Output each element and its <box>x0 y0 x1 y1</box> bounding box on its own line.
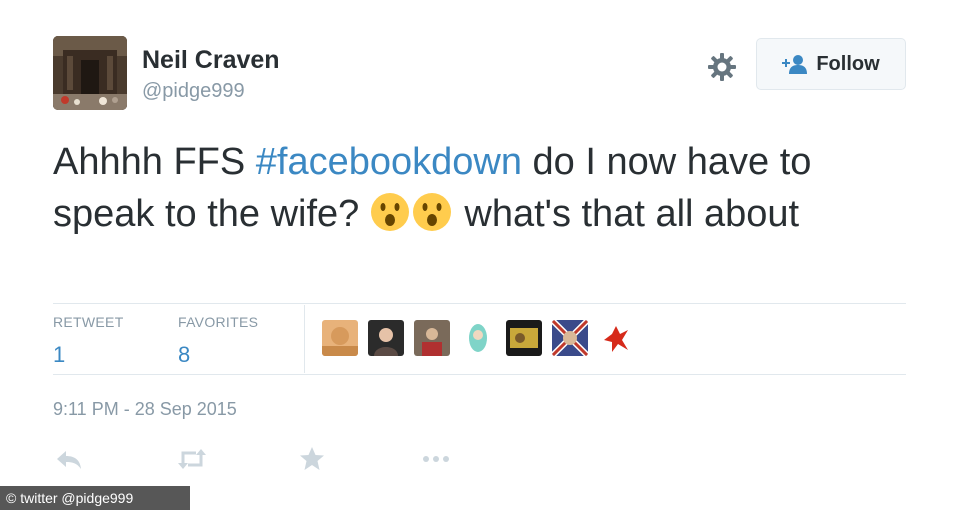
avatar-image <box>53 36 127 110</box>
favorites-count: 8 <box>178 342 191 367</box>
user-name[interactable]: Neil Craven <box>142 46 280 75</box>
favorites-label: FAVORITES <box>178 314 259 330</box>
divider <box>53 303 906 304</box>
gear-icon[interactable] <box>706 51 738 83</box>
retweet-count: 1 <box>53 342 66 367</box>
favoriter-avatar[interactable] <box>414 320 450 356</box>
favoriter-avatar[interactable] <box>506 320 542 356</box>
hushed-face-emoji <box>412 192 452 232</box>
image-credit: © twitter @pidge999 <box>0 486 190 510</box>
favoriter-avatar[interactable] <box>460 320 496 356</box>
more-icon[interactable] <box>420 445 452 473</box>
favoriter-avatar[interactable] <box>598 320 634 356</box>
favoriter-avatar[interactable] <box>552 320 588 356</box>
follow-button-label: Follow <box>816 52 880 75</box>
retweet-label: RETWEET <box>53 314 124 330</box>
reply-icon[interactable] <box>54 445 86 473</box>
hushed-face-emoji <box>370 192 410 232</box>
user-handle[interactable]: @pidge999 <box>142 80 245 103</box>
favoriter-avatars <box>322 320 634 356</box>
divider <box>53 374 906 375</box>
retweet-icon[interactable] <box>176 445 208 473</box>
retweet-stat[interactable]: RETWEET 1 <box>53 314 124 368</box>
timestamp[interactable]: 9:11 PM - 28 Sep 2015 <box>53 399 237 420</box>
tweet-text-part: Ahhhh FFS <box>53 141 256 183</box>
follow-button[interactable]: Follow <box>756 38 906 90</box>
hashtag-link[interactable]: #facebookdown <box>256 141 522 183</box>
tweet-text: Ahhhh FFS #facebookdown do I now have to… <box>53 136 913 240</box>
tweet-text-part: what's that all about <box>453 193 800 235</box>
divider <box>304 305 305 373</box>
favoriter-avatar[interactable] <box>368 320 404 356</box>
add-user-icon <box>782 55 808 74</box>
favorite-icon[interactable] <box>296 445 328 473</box>
favorites-stat[interactable]: FAVORITES 8 <box>178 314 258 368</box>
avatar[interactable] <box>53 36 127 110</box>
favoriter-avatar[interactable] <box>322 320 358 356</box>
